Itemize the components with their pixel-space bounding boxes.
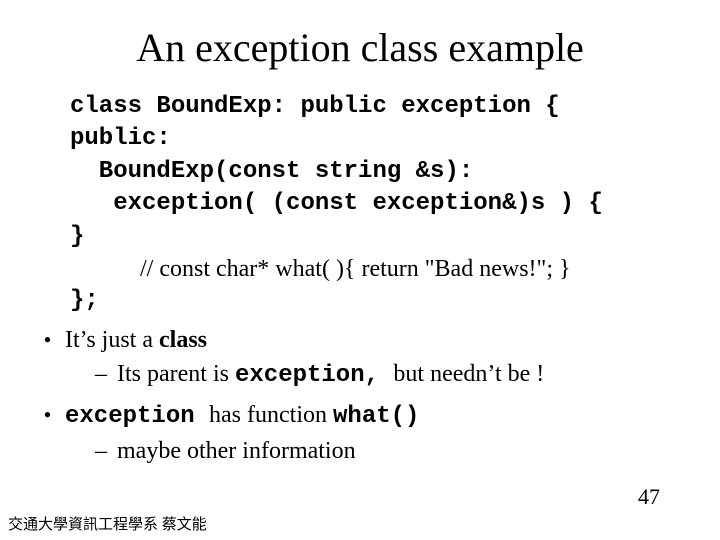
bullet-prefix: It’s just a <box>65 327 159 353</box>
slide: An exception class example class BoundEx… <box>0 0 720 540</box>
code-line: public: <box>70 123 690 155</box>
bullet-mono: what() <box>333 403 419 430</box>
subbullet-text: maybe other information <box>117 435 356 467</box>
subbullet-item: – maybe other information <box>95 435 690 467</box>
subbullet-item: – Its parent is exception, but needn’t b… <box>95 358 690 392</box>
code-block-end: }; <box>70 285 690 317</box>
bullet-mono: exception <box>65 403 209 430</box>
bullet-bold: class <box>159 327 207 353</box>
bullet-text: It’s just a class <box>65 324 207 356</box>
bullet-text: exception has function what() <box>65 399 419 433</box>
code-block: class BoundExp: public exception { publi… <box>70 91 690 253</box>
sub-mono: exception, <box>235 362 393 389</box>
code-comment: // const char* what( ){ return "Bad news… <box>140 253 690 285</box>
subbullet-text: Its parent is exception, but needn’t be … <box>117 358 544 392</box>
sub-suffix: but needn’t be ! <box>393 361 544 387</box>
bullet-item: • It’s just a class <box>30 324 690 356</box>
dash-icon: – <box>95 358 117 390</box>
code-line: BoundExp(const string &s): <box>70 156 690 188</box>
footer-text: 交通大學資訊工程學系 蔡文能 <box>8 513 207 534</box>
bullet-item: • exception has function what() <box>30 399 690 433</box>
bullet-mid: has function <box>209 402 333 428</box>
code-line: exception( (const exception&)s ) { <box>70 188 690 220</box>
bullet-dot-icon: • <box>30 329 65 351</box>
sub-prefix: Its parent is <box>117 361 235 387</box>
code-line: } <box>70 221 690 253</box>
dash-icon: – <box>95 435 117 467</box>
page-number: 47 <box>638 484 660 510</box>
code-line: }; <box>70 285 690 317</box>
code-line: class BoundExp: public exception { <box>70 91 690 123</box>
bullet-dot-icon: • <box>30 404 65 426</box>
slide-title: An exception class example <box>30 24 690 71</box>
slide-content: class BoundExp: public exception { publi… <box>30 91 690 467</box>
